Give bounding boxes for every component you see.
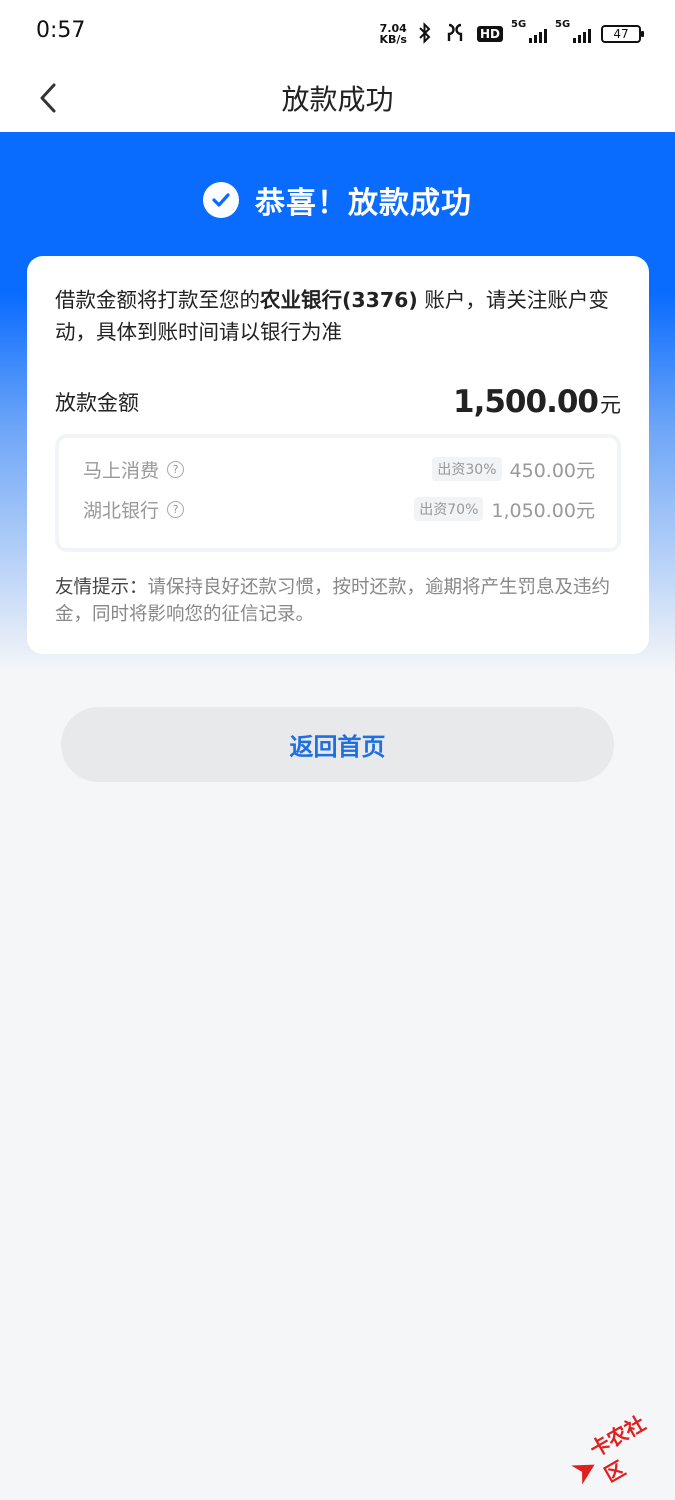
watermark-text: 卡农社区	[585, 1410, 650, 1487]
network-speed: 7.04 KB/s	[380, 23, 407, 45]
funder-amount: 450.00元	[509, 459, 595, 482]
funder-name: 湖北银行	[83, 499, 160, 522]
success-header: 恭喜！放款成功	[0, 178, 675, 222]
watermark-logo: 卡农社区	[562, 1399, 675, 1500]
funders-box: 马上消费 ? 出资30% 450.00元 湖北银行 ? 出资70% 1,050.…	[55, 434, 621, 552]
loan-amount-number: 1,500.00	[453, 384, 599, 420]
loan-amount-unit: 元	[600, 393, 621, 417]
funder-detail: 出资30% 450.00元	[432, 456, 595, 483]
funder-share-badge: 出资70%	[414, 497, 484, 521]
funder-share-badge: 出资30%	[432, 457, 502, 481]
funder-row: 马上消费 ? 出资30% 450.00元	[83, 454, 595, 484]
battery-icon: 47	[601, 25, 644, 43]
bluetooth-icon	[417, 21, 433, 47]
page-title: 放款成功	[281, 83, 394, 116]
funder-name-wrap: 湖北银行 ?	[83, 496, 185, 523]
return-home-button[interactable]: 返回首页	[61, 707, 614, 782]
signal-strength-1-icon: 5G	[511, 19, 547, 43]
loan-amount-value: 1,500.00 元	[453, 384, 621, 420]
signal-2-label: 5G	[555, 19, 571, 30]
status-bar: 0:57 7.04 KB/s HD 5G 5G 47	[0, 0, 675, 64]
funder-row: 湖北银行 ? 出资70% 1,050.00元	[83, 494, 595, 524]
tip-label: 友情提示：	[55, 577, 148, 598]
notice-bank: 农业银行(3376)	[260, 288, 418, 312]
status-time: 0:57	[36, 18, 86, 43]
question-icon[interactable]: ?	[167, 460, 185, 478]
funder-amount: 1,050.00元	[491, 499, 595, 522]
status-icons: 7.04 KB/s HD 5G 5G 47	[380, 19, 644, 48]
funder-name: 马上消费	[83, 459, 160, 482]
nav-bar: 放款成功	[0, 64, 675, 132]
hd-voice-badge: HD	[476, 26, 503, 42]
network-speed-unit: KB/s	[379, 33, 407, 46]
notice-prefix: 借款金额将打款至您的	[55, 288, 260, 312]
funder-detail: 出资70% 1,050.00元	[414, 496, 595, 523]
disbursement-notice: 借款金额将打款至您的农业银行(3376) 账户，请关注账户变动，具体到账时间请以…	[55, 284, 625, 348]
friendly-tip: 友情提示：请保持良好还款习惯，按时还款，逾期将产生罚息及违约金，同时将影响您的征…	[55, 574, 625, 628]
check-circle-icon	[203, 182, 239, 218]
funder-name-wrap: 马上消费 ?	[83, 456, 185, 483]
loan-amount-label: 放款金额	[55, 391, 139, 415]
earbuds-icon	[443, 22, 467, 47]
question-icon[interactable]: ?	[167, 500, 185, 518]
loan-amount-row: 放款金额 1,500.00 元	[55, 380, 621, 424]
loan-info-card: 借款金额将打款至您的农业银行(3376) 账户，请关注账户变动，具体到账时间请以…	[27, 256, 649, 654]
signal-1-label: 5G	[511, 19, 527, 30]
success-title: 恭喜！放款成功	[255, 186, 472, 221]
signal-strength-2-icon: 5G	[555, 19, 591, 43]
